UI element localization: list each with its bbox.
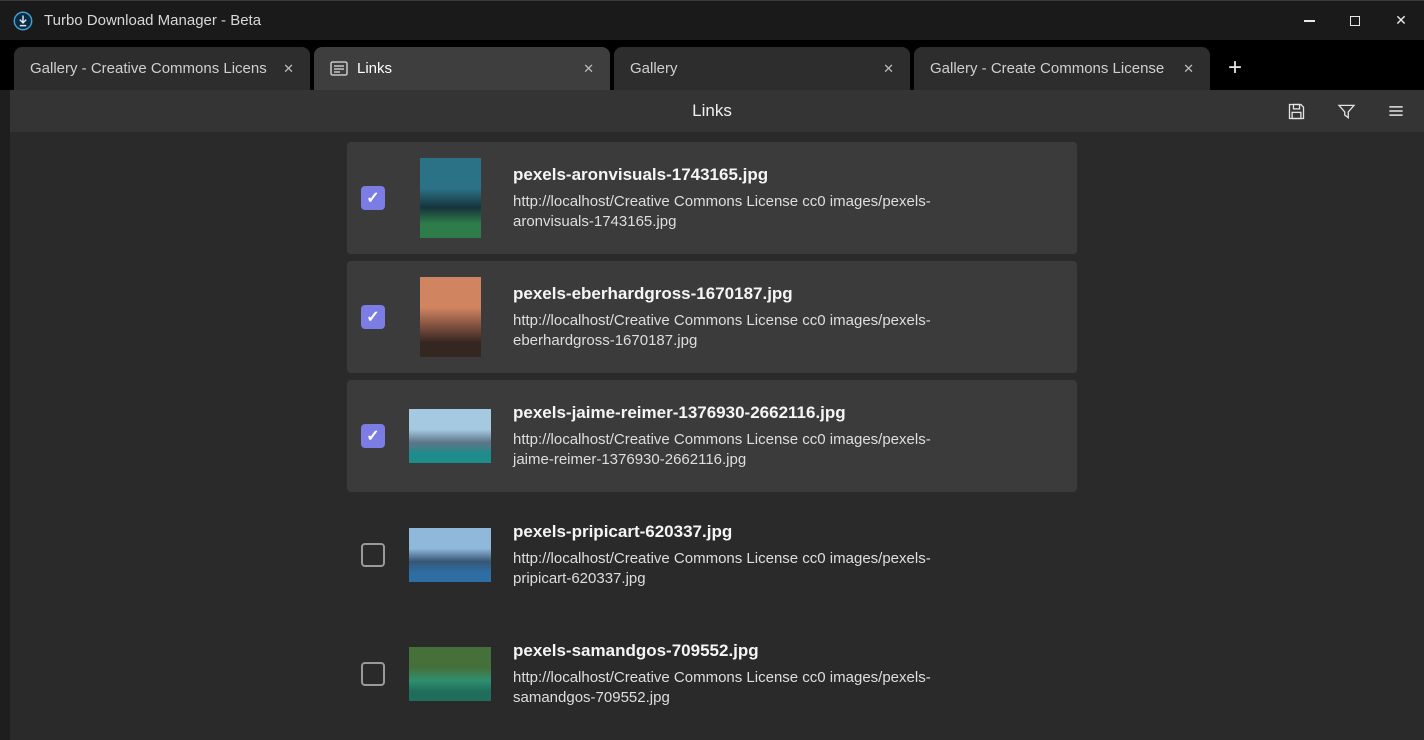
tab-close-icon[interactable]: ✕: [577, 57, 600, 81]
header-actions: [1286, 90, 1406, 132]
close-button[interactable]: ✕: [1378, 1, 1424, 40]
link-url: http://localhost/Creative Commons Licens…: [513, 311, 931, 349]
links-tab-icon: [330, 61, 348, 76]
page-title: Links: [692, 101, 732, 120]
link-meta: pexels-samandgos-709552.jpg http://local…: [513, 641, 953, 708]
link-filename: pexels-aronvisuals-1743165.jpg: [513, 164, 769, 184]
app-window: Turbo Download Manager - Beta ✕ Gallery …: [0, 0, 1424, 740]
save-icon: [1288, 103, 1305, 119]
thumbnail-wrap: [409, 158, 491, 238]
link-filename: pexels-jaime-reimer-1376930-2662116.jpg: [513, 402, 846, 422]
page-header: Links: [0, 90, 1424, 132]
tab-label: Links: [357, 60, 393, 77]
window-left-edge: [0, 90, 10, 740]
link-thumbnail: [419, 158, 481, 238]
link-thumbnail: [409, 647, 491, 701]
tab[interactable]: Gallery ✕: [614, 47, 910, 90]
minimize-button[interactable]: [1286, 1, 1332, 40]
link-checkbox[interactable]: ✓: [361, 186, 385, 210]
thumbnail-wrap: [409, 515, 491, 595]
link-row[interactable]: pexels-pripicart-620337.jpg http://local…: [347, 499, 1077, 611]
link-thumbnail: [409, 528, 491, 582]
maximize-button[interactable]: [1332, 1, 1378, 40]
filter-icon: [1337, 104, 1356, 119]
link-filename: pexels-samandgos-709552.jpg: [513, 640, 759, 660]
thumbnail-wrap: [409, 634, 491, 714]
link-url: http://localhost/Creative Commons Licens…: [513, 192, 931, 230]
window-controls: ✕: [1286, 1, 1424, 40]
tab[interactable]: Links ✕: [314, 47, 610, 90]
title-bar: Turbo Download Manager - Beta ✕: [0, 0, 1424, 40]
link-checkbox[interactable]: ✓: [361, 424, 385, 448]
thumbnail-wrap: [409, 396, 491, 476]
link-checkbox[interactable]: [361, 662, 385, 686]
menu-icon: [1389, 106, 1403, 116]
link-meta: pexels-pripicart-620337.jpg http://local…: [513, 522, 953, 589]
links-list: ✓ pexels-aronvisuals-1743165.jpg http://…: [347, 142, 1077, 730]
link-filename: pexels-eberhardgross-1670187.jpg: [513, 283, 793, 303]
tab-label: Gallery - Creative Commons Licens: [30, 60, 267, 77]
link-url: http://localhost/Creative Commons Licens…: [513, 549, 931, 587]
filter-button[interactable]: [1336, 101, 1357, 122]
link-thumbnail: [409, 409, 491, 463]
link-thumbnail: [419, 277, 481, 357]
tab-close-icon[interactable]: ✕: [877, 57, 900, 81]
link-checkbox[interactable]: ✓: [361, 305, 385, 329]
minimize-icon: [1303, 19, 1315, 22]
tab-label: Gallery: [630, 60, 678, 77]
content-area: ✓ pexels-aronvisuals-1743165.jpg http://…: [0, 132, 1424, 740]
save-button[interactable]: [1286, 101, 1307, 122]
link-meta: pexels-aronvisuals-1743165.jpg http://lo…: [513, 165, 953, 232]
link-row[interactable]: ✓ pexels-eberhardgross-1670187.jpg http:…: [347, 261, 1077, 373]
link-meta: pexels-jaime-reimer-1376930-2662116.jpg …: [513, 403, 953, 470]
link-row[interactable]: ✓ pexels-jaime-reimer-1376930-2662116.jp…: [347, 380, 1077, 492]
menu-button[interactable]: [1386, 101, 1406, 121]
tab[interactable]: Gallery - Create Commons License ✕: [914, 47, 1210, 90]
new-tab-button[interactable]: +: [1214, 54, 1256, 82]
link-url: http://localhost/Creative Commons Licens…: [513, 668, 931, 706]
link-filename: pexels-pripicart-620337.jpg: [513, 521, 733, 541]
tab-strip: Gallery - Creative Commons Licens ✕ Link…: [0, 40, 1424, 90]
tab-label: Gallery - Create Commons License: [930, 60, 1165, 77]
link-meta: pexels-eberhardgross-1670187.jpg http://…: [513, 284, 953, 351]
link-checkbox[interactable]: [361, 543, 385, 567]
thumbnail-wrap: [409, 277, 491, 357]
tab[interactable]: Gallery - Creative Commons Licens ✕: [14, 47, 310, 90]
tab-close-icon[interactable]: ✕: [277, 57, 300, 81]
window-title: Turbo Download Manager - Beta: [44, 12, 262, 29]
app-icon: [12, 10, 34, 32]
tab-close-icon[interactable]: ✕: [1177, 57, 1200, 81]
link-url: http://localhost/Creative Commons Licens…: [513, 430, 931, 468]
maximize-icon: [1350, 15, 1360, 26]
link-row[interactable]: ✓ pexels-aronvisuals-1743165.jpg http://…: [347, 142, 1077, 254]
link-row[interactable]: pexels-samandgos-709552.jpg http://local…: [347, 618, 1077, 730]
